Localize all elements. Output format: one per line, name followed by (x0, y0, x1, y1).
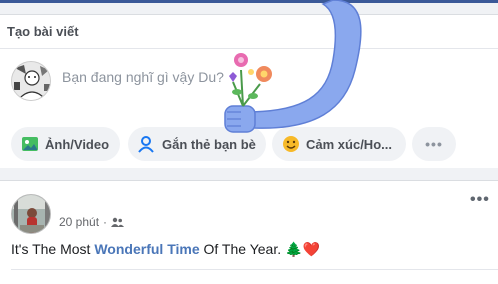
tree-emoji-icon: 🌲 (285, 241, 303, 257)
top-nav-strip (0, 0, 498, 3)
feeling-activity-button[interactable]: Cảm xúc/Ho... (272, 127, 406, 161)
avatar-image (12, 195, 50, 233)
composer-actions: Ảnh/Video Gắn thẻ bạn bè Cảm xúc/Ho... •… (0, 127, 498, 161)
photo-video-button[interactable]: Ảnh/Video (11, 127, 120, 161)
tag-friends-icon (138, 136, 154, 153)
post-divider (11, 269, 498, 270)
feeling-activity-label: Cảm xúc/Ho... (306, 136, 392, 152)
more-icon: ••• (425, 136, 443, 152)
post-options-button[interactable]: ••• (470, 191, 490, 209)
post-text: It's The Most Wonderful Time Of The Year… (11, 241, 320, 258)
post-meta: 20 phút · (59, 215, 125, 229)
create-post-header: Tạo bài viết (0, 15, 498, 49)
heart-emoji-icon: ❤️ (302, 241, 320, 257)
photo-icon (22, 137, 38, 151)
composer-row (0, 59, 498, 103)
tag-friends-button[interactable]: Gắn thẻ bạn bè (128, 127, 266, 161)
post-timestamp[interactable]: 20 phút (59, 215, 99, 229)
tag-friends-label: Gắn thẻ bạn bè (162, 136, 256, 152)
friends-icon[interactable] (111, 217, 125, 228)
post-text-part: It's The Most (11, 241, 95, 257)
post-author-avatar[interactable] (11, 194, 51, 234)
more-options-button[interactable]: ••• (412, 127, 456, 161)
post-text-highlight: Wonderful Time (94, 241, 200, 257)
feeling-icon (283, 136, 299, 152)
composer-input[interactable] (62, 69, 362, 85)
create-post-card: Tạo bài viết Ảnh/Video (0, 14, 498, 168)
photo-video-label: Ảnh/Video (45, 136, 110, 152)
avatar[interactable] (11, 61, 51, 101)
post-text-part: Of The Year. (199, 241, 285, 257)
meta-separator: · (103, 215, 108, 229)
feed-post-card: 20 phút · ••• It's The Most Wonderful Ti… (0, 180, 498, 284)
avatar-image (12, 62, 50, 100)
create-post-title: Tạo bài viết (7, 24, 79, 39)
